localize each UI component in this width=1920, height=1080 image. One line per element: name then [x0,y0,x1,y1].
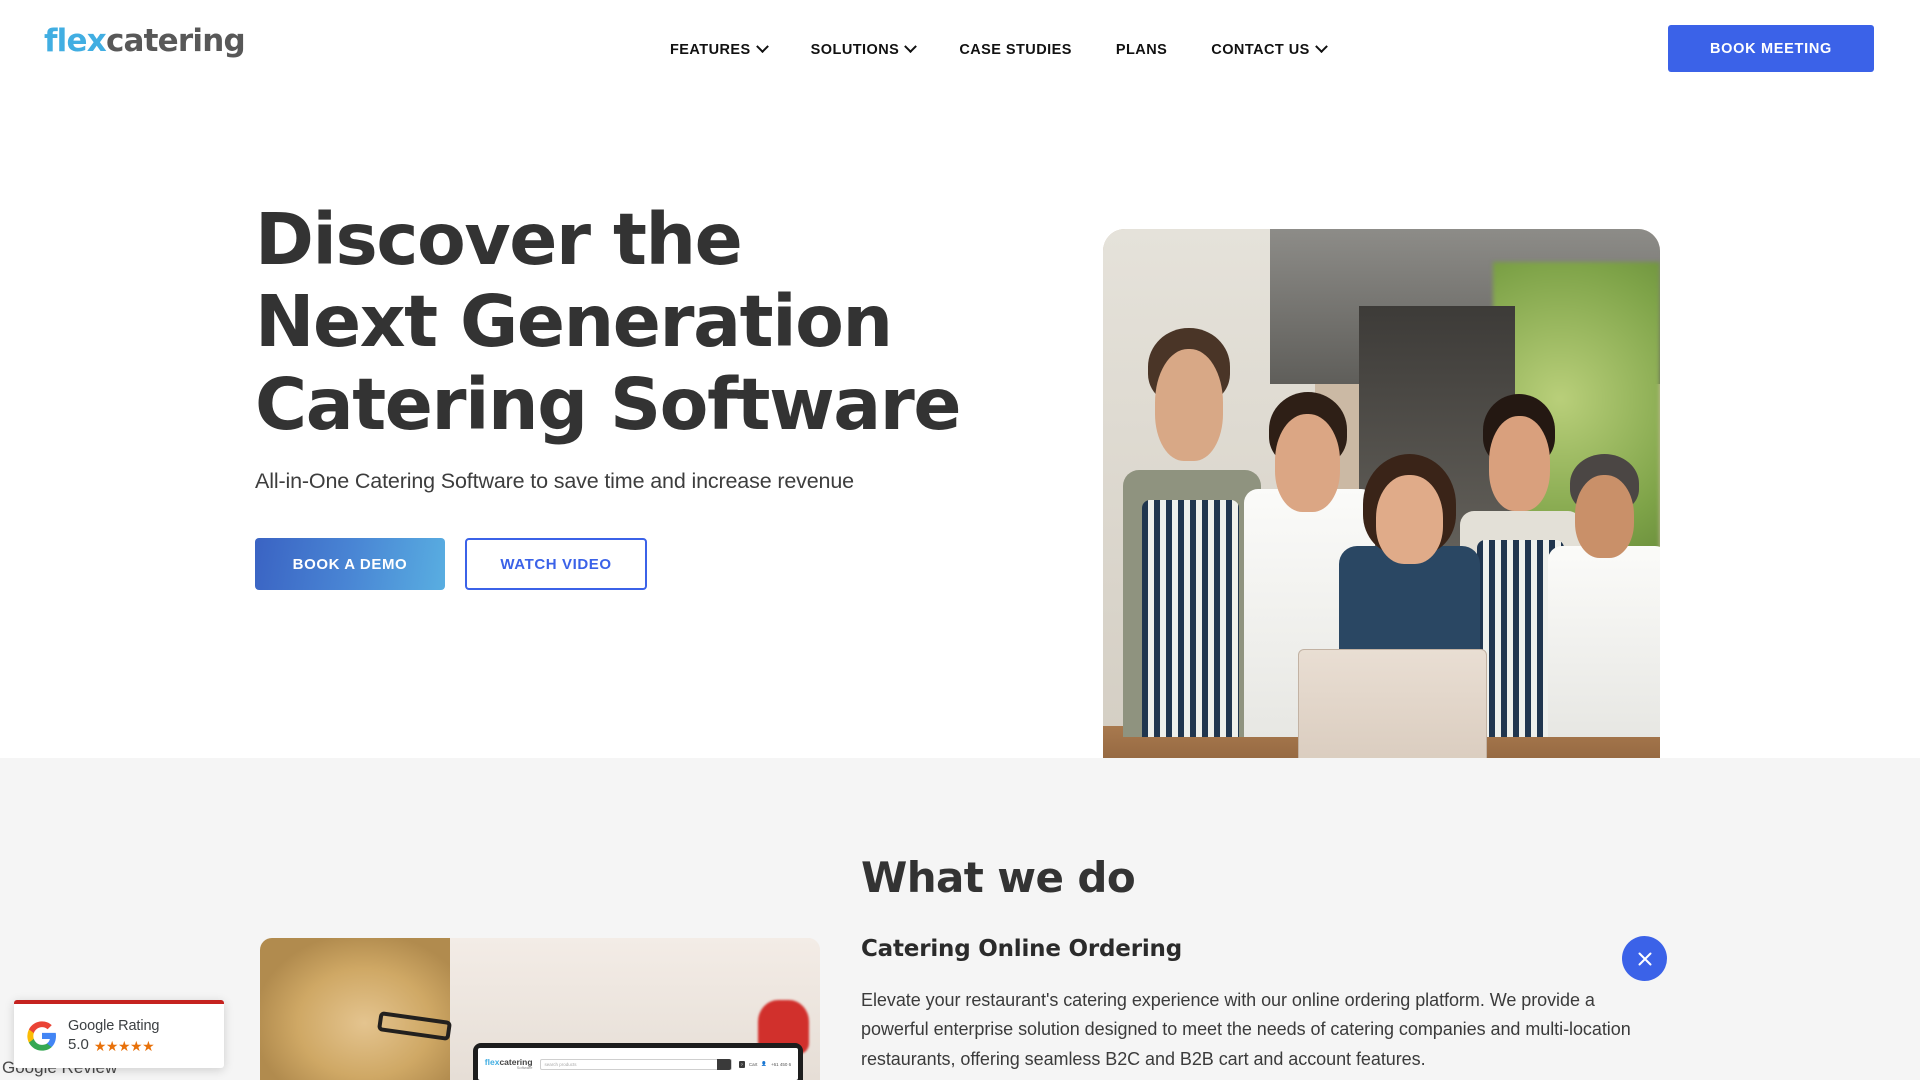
feature-image-laptop: flexcatering Software search products ? … [472,1043,804,1080]
scene-person-4-head [1488,416,1550,511]
scene-person-5-head [1575,474,1634,558]
search-icon[interactable] [716,1058,731,1070]
nav-label-features: FEATURES [670,41,751,58]
hero-title-line-3: Catering Software [255,362,962,446]
scene-person-5-torso [1548,546,1660,737]
page-title: Discover the Next Generation Catering So… [255,198,1075,446]
site-header: flexcatering FEATURES SOLUTIONS CASE STU… [0,0,1920,99]
chevron-down-icon [904,40,918,54]
screen-utility-bar: ? Cart 👤 +61 450 6 [738,1060,792,1068]
hero-copy: Discover the Next Generation Catering So… [255,198,1075,591]
accordion-item-title[interactable]: Catering Online Ordering [861,936,1182,962]
hero-button-group: BOOK A DEMO WATCH VIDEO [255,538,1075,591]
accordion-close-button[interactable] [1622,936,1667,981]
hero-subtitle: All-in-One Catering Software to save tim… [255,469,854,494]
feature-image-person [260,938,451,1080]
screen-search-placeholder: search products [544,1061,577,1067]
page-root: flexcatering FEATURES SOLUTIONS CASE STU… [0,0,1920,1080]
screen-logo-sub: Software [516,1065,533,1071]
hero-title-line-1: Discover the [255,198,743,281]
nav-item-case-studies[interactable]: CASE STUDIES [937,0,1094,99]
star-rating-icon: ★★★★★ [93,1037,155,1054]
book-a-demo-button[interactable]: BOOK A DEMO [255,538,445,591]
google-rating-score: 5.0 [68,1036,89,1054]
book-meeting-button[interactable]: BOOK MEETING [1668,25,1874,72]
google-rating-widget[interactable]: Google Rating 5.0 ★★★★★ [14,1000,224,1068]
section-title: What we do [861,853,1136,902]
nav-item-features[interactable]: FEATURES [648,0,789,99]
google-g-icon [27,1021,56,1051]
nav-label-plans: PLANS [1115,41,1168,58]
nav-item-plans[interactable]: PLANS [1094,0,1189,99]
logo-text-flex: flex [44,23,107,59]
google-rating-label: Google Rating [68,1018,160,1035]
laptop-screen: flexcatering Software search products ? … [477,1048,799,1080]
chevron-down-icon [755,40,769,54]
hero-title-line-2: Next Generation [255,280,893,364]
brand-logo[interactable]: flexcatering [44,23,246,59]
screen-logo: flexcatering Software [485,1058,533,1071]
google-rating-score-row: 5.0 ★★★★★ [68,1036,159,1055]
nav-item-contact-us[interactable]: CONTACT US [1189,0,1347,99]
scene-person-1-head [1154,349,1224,462]
screen-cart-label[interactable]: Cart [749,1062,758,1067]
main-navigation: FEATURES SOLUTIONS CASE STUDIES PLANS CO… [648,0,1348,99]
screen-search-input[interactable]: search products [539,1058,732,1070]
google-rating-text-block: Google Rating 5.0 ★★★★★ [68,1017,160,1055]
hero-image [1103,229,1660,781]
nav-label-case-studies: CASE STUDIES [959,41,1072,58]
scene-person-3-head [1375,474,1443,564]
chevron-down-icon [1314,40,1328,54]
scene-person-1-apron [1142,500,1239,737]
help-icon[interactable]: ? [738,1060,745,1068]
watch-video-button[interactable]: WATCH VIDEO [465,538,647,591]
nav-label-solutions: SOLUTIONS [810,41,900,58]
feature-image: flexcatering Software search products ? … [260,938,820,1080]
hero-image-scene [1103,229,1660,781]
scene-person-5 [1543,439,1660,737]
screen-logo-flex: flex [484,1056,500,1067]
user-icon[interactable]: 👤 [761,1061,767,1067]
nav-item-solutions[interactable]: SOLUTIONS [789,0,938,99]
nav-label-contact-us: CONTACT US [1211,41,1310,58]
screen-phone: +61 450 6 [771,1061,792,1067]
accordion-item-body: Elevate your restaurant's catering exper… [861,990,1631,1069]
logo-text-catering: catering [105,23,246,59]
hero-section: Discover the Next Generation Catering So… [0,99,1920,781]
close-icon [1638,952,1651,965]
